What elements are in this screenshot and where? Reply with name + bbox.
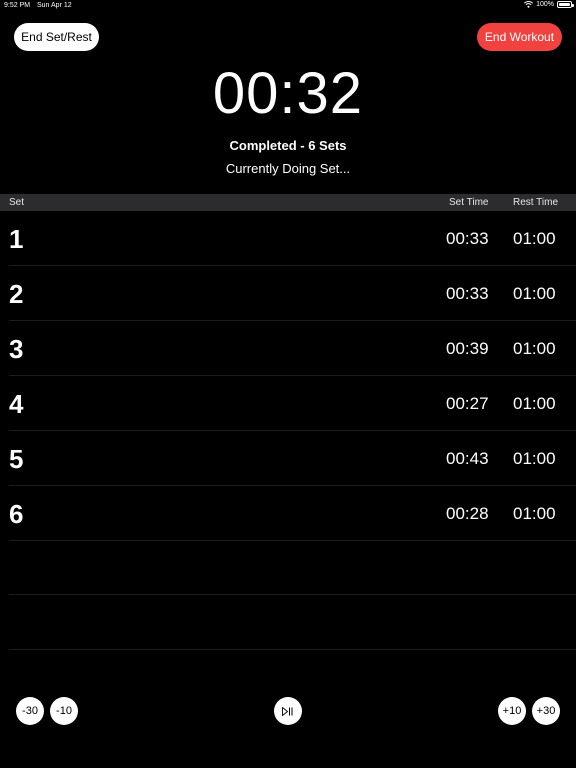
- wifi-icon: [524, 1, 534, 8]
- set-number: 1: [9, 224, 24, 254]
- status-bar: 9:52 PM Sun Apr 12 100%: [0, 0, 576, 12]
- status-indicators: 100%: [524, 1, 574, 8]
- status-time: 9:52 PM: [4, 2, 31, 9]
- sets-table-header: Set Set Time Rest Time: [0, 194, 576, 211]
- table-row[interactable]: 4 00:27 01:00: [0, 376, 576, 431]
- column-header-set: Set: [9, 197, 25, 208]
- battery-icon: [557, 1, 574, 8]
- set-time: 00:33: [446, 284, 489, 303]
- rest-time: 01:00: [513, 229, 556, 248]
- minus-10-button[interactable]: -10: [50, 697, 78, 725]
- set-time: 00:27: [446, 394, 489, 413]
- table-row[interactable]: 1 00:33 01:00: [0, 211, 576, 266]
- set-time: 00:39: [446, 339, 489, 358]
- battery-percent: 100%: [536, 1, 554, 8]
- plus-10-button[interactable]: +10: [498, 697, 526, 725]
- set-time: 00:33: [446, 229, 489, 248]
- table-row[interactable]: 6 00:28 01:00: [0, 486, 576, 541]
- rest-time: 01:00: [513, 504, 556, 523]
- end-set-rest-button[interactable]: End Set/Rest: [14, 23, 99, 51]
- set-time: 00:28: [446, 504, 489, 523]
- table-row[interactable]: 3 00:39 01:00: [0, 321, 576, 376]
- rest-time: 01:00: [513, 284, 556, 303]
- play-pause-icon: [282, 706, 294, 716]
- end-workout-button[interactable]: End Workout: [477, 23, 562, 51]
- rest-time: 01:00: [513, 394, 556, 413]
- current-status-label: Currently Doing Set...: [225, 161, 351, 176]
- table-row[interactable]: 2 00:33 01:00: [0, 266, 576, 321]
- column-header-set-time: Set Time: [449, 197, 489, 208]
- set-number: 3: [9, 334, 24, 364]
- rest-time: 01:00: [513, 449, 556, 468]
- workout-timer: 00:32: [212, 61, 364, 126]
- rest-time: 01:00: [513, 339, 556, 358]
- empty-row-divider: [9, 649, 576, 650]
- play-pause-button[interactable]: [274, 697, 302, 725]
- set-number: 2: [9, 279, 24, 309]
- status-date: Sun Apr 12: [37, 2, 72, 9]
- sets-table: 1 00:33 01:00 2 00:33 01:00 3 00:39 01:0…: [0, 211, 576, 541]
- set-time: 00:43: [446, 449, 489, 468]
- set-number: 4: [9, 389, 24, 419]
- minus-30-button[interactable]: -30: [16, 697, 44, 725]
- empty-row-divider: [9, 594, 576, 595]
- column-header-rest-time: Rest Time: [513, 197, 559, 208]
- completed-sets-label: Completed - 6 Sets: [229, 138, 347, 153]
- table-row[interactable]: 5 00:43 01:00: [0, 431, 576, 486]
- set-number: 5: [9, 444, 24, 474]
- plus-30-button[interactable]: +30: [532, 697, 560, 725]
- set-number: 6: [9, 499, 24, 529]
